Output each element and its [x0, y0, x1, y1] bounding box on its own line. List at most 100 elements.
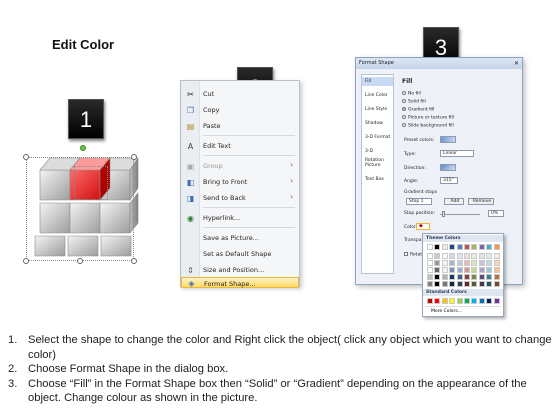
- standard-color-swatch[interactable]: [486, 298, 493, 304]
- standard-color-swatch[interactable]: [427, 298, 433, 304]
- theme-color-swatch[interactable]: [486, 244, 493, 250]
- more-colors-link[interactable]: More Colors...: [431, 309, 462, 314]
- theme-color-swatch[interactable]: [434, 274, 441, 280]
- standard-color-swatch[interactable]: [493, 298, 500, 304]
- nav-item-line-style[interactable]: Line Style: [362, 105, 393, 114]
- theme-color-swatch[interactable]: [449, 244, 456, 250]
- theme-color-swatch[interactable]: [427, 274, 433, 280]
- rotate-with-shape-option[interactable]: Rotat: [404, 252, 422, 258]
- option-no-fill[interactable]: No fill: [402, 91, 421, 97]
- theme-color-swatch[interactable]: [456, 274, 463, 280]
- theme-color-swatch[interactable]: [486, 267, 493, 273]
- option-slide-background-fill[interactable]: Slide background fill: [402, 123, 454, 129]
- resize-handle-b[interactable]: [77, 258, 83, 264]
- theme-color-swatch[interactable]: [449, 281, 456, 287]
- direction-dropdown[interactable]: [440, 164, 456, 171]
- resize-handle-bl[interactable]: [23, 258, 29, 264]
- resize-handle-br[interactable]: [131, 258, 137, 264]
- resize-handle-tl[interactable]: [23, 154, 29, 160]
- menu-item-hyperlink[interactable]: ◉ Hyperlink...: [181, 210, 299, 226]
- close-icon[interactable]: ✕: [514, 60, 519, 67]
- theme-color-swatch[interactable]: [486, 253, 493, 259]
- theme-color-swatch[interactable]: [441, 244, 448, 250]
- standard-color-swatch[interactable]: [434, 298, 441, 304]
- menu-item-bring-to-front[interactable]: ◧ Bring to Front ›: [181, 174, 299, 190]
- theme-color-swatch[interactable]: [456, 244, 463, 250]
- stop-position-slider[interactable]: [440, 214, 480, 215]
- theme-color-swatch[interactable]: [464, 267, 470, 273]
- theme-color-swatch[interactable]: [486, 281, 493, 287]
- theme-color-swatch[interactable]: [478, 244, 485, 250]
- option-gradient-fill[interactable]: Gradient fill: [402, 107, 434, 113]
- theme-color-swatch[interactable]: [456, 281, 463, 287]
- resize-handle-tr[interactable]: [131, 154, 137, 160]
- slider-thumb[interactable]: [442, 211, 445, 217]
- stop-dropdown[interactable]: Stop 1: [406, 198, 432, 205]
- theme-color-swatch[interactable]: [441, 253, 448, 259]
- theme-color-swatch[interactable]: [427, 253, 433, 259]
- standard-color-swatch[interactable]: [478, 298, 485, 304]
- theme-color-swatch[interactable]: [456, 260, 463, 266]
- theme-color-swatch[interactable]: [478, 274, 485, 280]
- preset-colors-dropdown[interactable]: [440, 136, 456, 143]
- remove-button[interactable]: Remove: [468, 198, 494, 205]
- nav-item-line-color[interactable]: Line Color: [362, 91, 393, 100]
- menu-item-group[interactable]: ▣ Group ›: [181, 158, 299, 174]
- menu-item-edit-text[interactable]: A Edit Text: [181, 138, 299, 154]
- theme-color-swatch[interactable]: [449, 267, 456, 273]
- menu-item-set-default-shape[interactable]: Set as Default Shape: [181, 246, 299, 262]
- option-solid-fill[interactable]: Solid fill: [402, 99, 426, 105]
- theme-color-swatch[interactable]: [493, 244, 500, 250]
- rotate-handle[interactable]: [80, 145, 86, 151]
- theme-color-swatch[interactable]: [471, 274, 478, 280]
- theme-color-swatch[interactable]: [478, 281, 485, 287]
- color-dropdown[interactable]: ◆: [416, 223, 430, 230]
- menu-item-copy[interactable]: ❐ Copy: [181, 102, 299, 118]
- stop-position-input[interactable]: 0%: [488, 210, 504, 217]
- theme-color-swatch[interactable]: [449, 260, 456, 266]
- theme-color-swatch[interactable]: [471, 267, 478, 273]
- angle-input[interactable]: 315°: [440, 177, 458, 184]
- add-button[interactable]: Add: [444, 198, 464, 205]
- theme-color-swatch[interactable]: [464, 244, 470, 250]
- standard-color-swatch[interactable]: [441, 298, 448, 304]
- theme-color-swatch[interactable]: [441, 260, 448, 266]
- theme-color-swatch[interactable]: [493, 253, 500, 259]
- theme-color-swatch[interactable]: [478, 260, 485, 266]
- standard-color-swatch[interactable]: [456, 298, 463, 304]
- theme-color-swatch[interactable]: [486, 274, 493, 280]
- theme-color-swatch[interactable]: [478, 267, 485, 273]
- option-picture-fill[interactable]: Picture or texture fill: [402, 115, 454, 121]
- standard-color-swatch[interactable]: [449, 298, 456, 304]
- nav-item-3d-format[interactable]: 3-D Format: [362, 133, 393, 142]
- theme-color-swatch[interactable]: [464, 274, 470, 280]
- theme-color-swatch[interactable]: [471, 281, 478, 287]
- theme-color-swatch[interactable]: [449, 253, 456, 259]
- theme-color-swatch[interactable]: [486, 260, 493, 266]
- nav-item-3d-rotation[interactable]: 3-D Rotation: [362, 147, 393, 163]
- theme-color-swatch[interactable]: [493, 267, 500, 273]
- nav-item-picture[interactable]: Picture: [362, 161, 393, 170]
- theme-color-swatch[interactable]: [471, 244, 478, 250]
- theme-color-swatch[interactable]: [493, 281, 500, 287]
- theme-color-swatch[interactable]: [493, 260, 500, 266]
- nav-item-fill[interactable]: Fill: [362, 77, 393, 86]
- theme-color-swatch[interactable]: [427, 281, 433, 287]
- theme-color-swatch[interactable]: [478, 253, 485, 259]
- nav-item-text-box[interactable]: Text Box: [362, 175, 393, 184]
- menu-item-format-shape[interactable]: ◈ Format Shape...: [181, 277, 299, 288]
- menu-item-cut[interactable]: ✂ Cut: [181, 86, 299, 102]
- theme-color-swatch[interactable]: [464, 281, 470, 287]
- menu-item-send-to-back[interactable]: ◨ Send to Back ›: [181, 190, 299, 206]
- theme-color-swatch[interactable]: [434, 253, 441, 259]
- menu-item-size-and-position[interactable]: ⇕ Size and Position...: [181, 262, 299, 278]
- nav-item-shadow[interactable]: Shadow: [362, 119, 393, 128]
- theme-color-swatch[interactable]: [471, 260, 478, 266]
- theme-color-swatch[interactable]: [434, 244, 441, 250]
- theme-color-swatch[interactable]: [456, 253, 463, 259]
- theme-color-swatch[interactable]: [427, 260, 433, 266]
- theme-color-swatch[interactable]: [464, 253, 470, 259]
- theme-color-swatch[interactable]: [427, 267, 433, 273]
- theme-color-swatch[interactable]: [449, 274, 456, 280]
- theme-color-swatch[interactable]: [434, 281, 441, 287]
